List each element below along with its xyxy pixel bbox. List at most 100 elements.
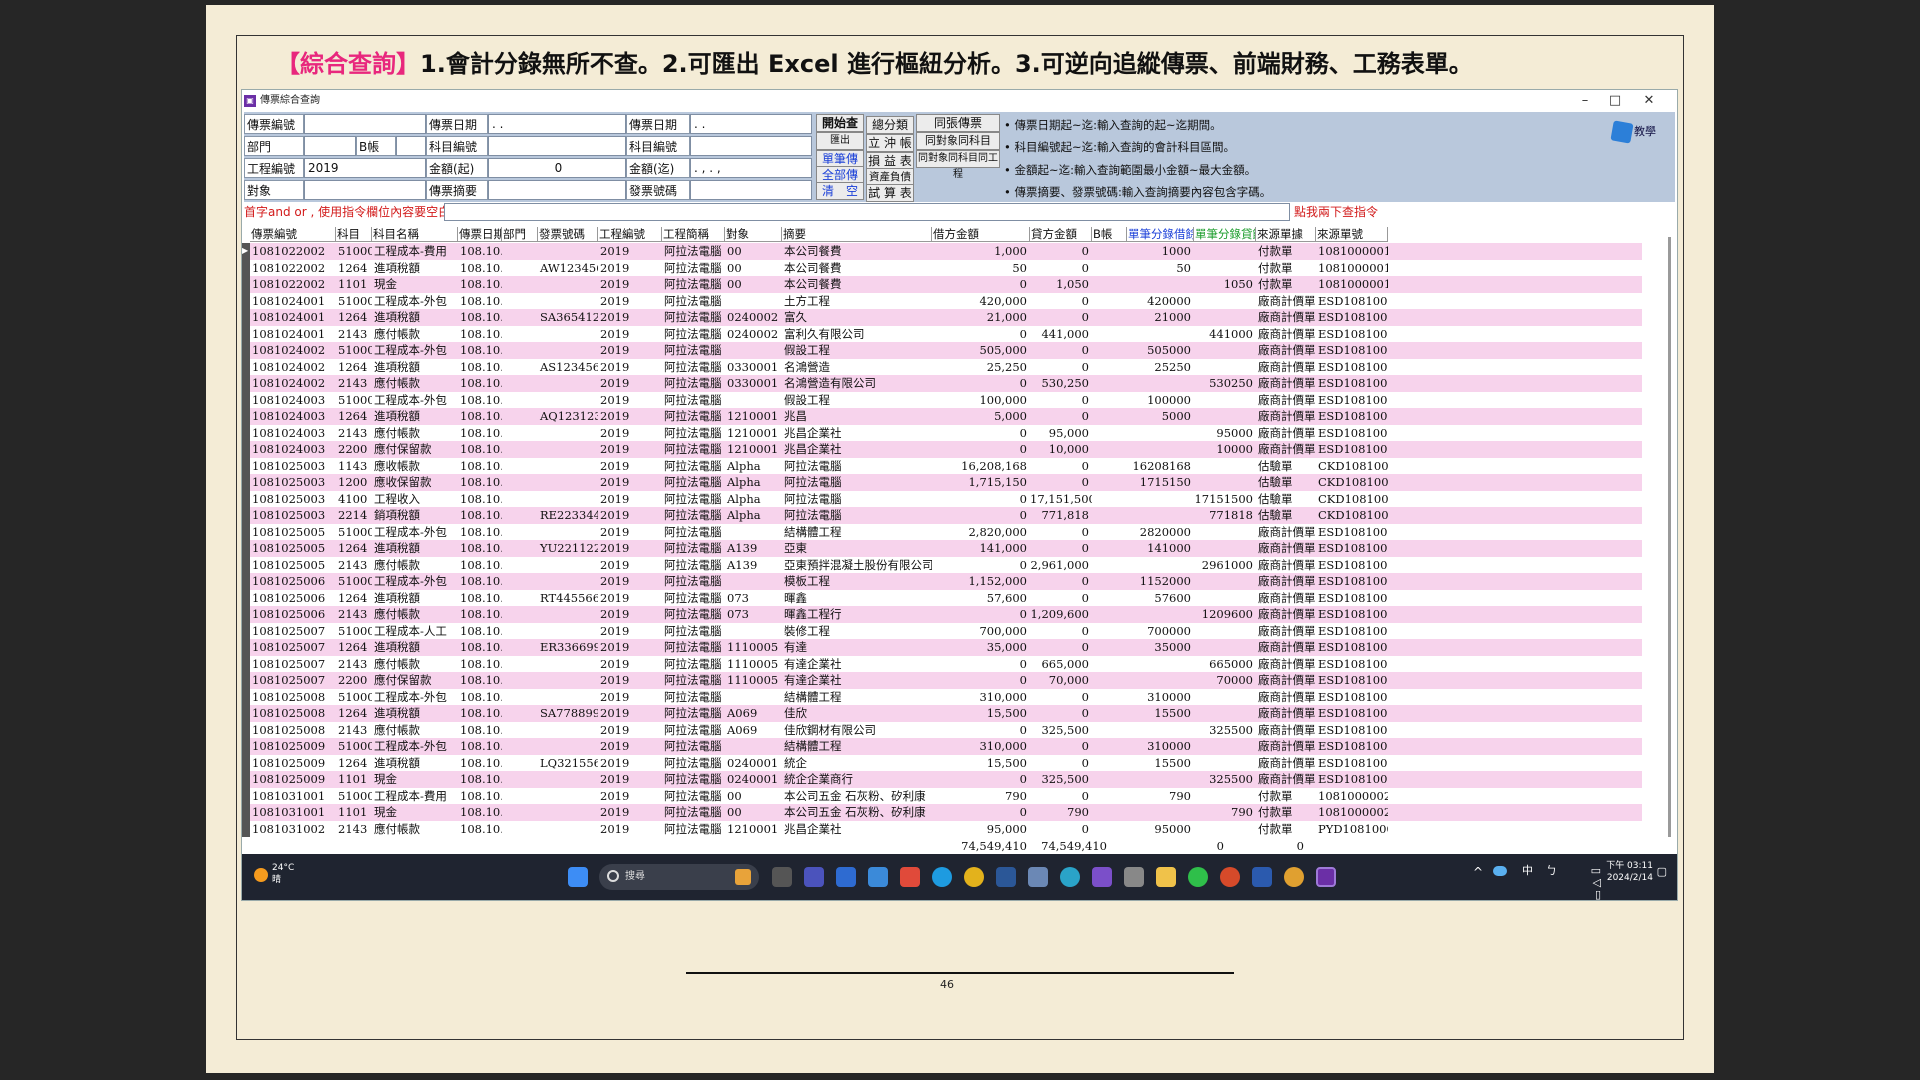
row-selector[interactable] [242,375,250,392]
header-credit[interactable]: 貸方金額 [1030,227,1092,242]
row-selector[interactable] [242,655,250,672]
teams-icon[interactable] [804,867,824,887]
b-acct-input[interactable] [396,136,426,156]
clock-date[interactable]: 2024/2/14 [1605,872,1653,884]
row-selector[interactable] [242,441,250,458]
row-selector[interactable] [242,721,250,738]
visual-studio-icon[interactable] [1092,867,1112,887]
clear-button[interactable]: 清 空 [816,182,864,200]
row-selector[interactable] [242,474,250,491]
table-row[interactable]: 1081024002 2143 應付帳款 108.10.24 2019 阿拉法電腦 0330… [242,375,1642,392]
table-row[interactable]: 1081025009 1264 進項稅額 108.10.25 LQ32155661201… [242,754,1642,771]
table-row[interactable]: 1081024001 2143 應付帳款 108.10.24 2019 阿拉法電腦 0240… [242,325,1642,342]
clock-time[interactable]: 下午 03:11 [1605,860,1653,872]
table-row[interactable]: 1081024003 2200 應付保留款 108.10.24 2019 阿拉法電腦 121… [242,441,1642,458]
table-row[interactable]: 1081025003 2214 銷項稅額 108.10.25 RE22334455201… [242,507,1642,524]
table-row[interactable]: 1081031002 2143 應付帳款 108.10.31 2019 阿拉法電腦 1210… [242,820,1642,837]
row-selector[interactable] [242,754,250,771]
header-debit[interactable]: 借方金額 [932,227,1030,242]
project-no-input[interactable]: 2019 [304,158,426,178]
row-selector[interactable] [242,309,250,326]
maximize-button[interactable]: □ [1600,90,1630,112]
table-row[interactable]: 1081025008 1264 進項稅額 108.10.25 SA77889966201… [242,705,1642,722]
table-row[interactable]: 1081024003 510003工程成本-外包 108.10.24 2019 阿拉法電… [242,391,1642,408]
table-row[interactable]: 1081031001 1101 現金 108.10.31 2019 阿拉法電腦 00 本公司五… [242,804,1642,821]
notification-icon[interactable]: ▢ [1657,866,1667,878]
onedrive-icon[interactable] [1493,866,1507,876]
table-row[interactable]: 1081025007 510002工程成本-人工 108.10.25 2019 阿拉法電… [242,622,1642,639]
header-invoice[interactable]: 發票號碼 [538,227,598,242]
row-selector[interactable] [242,507,250,524]
header-source-type[interactable]: 來源單據 [1256,227,1316,242]
header-project-name[interactable]: 工程簡稱 [662,227,725,242]
table-row[interactable]: 1081024003 1264 進項稅額 108.10.24 AQ12312332201… [242,408,1642,425]
row-selector[interactable] [242,771,250,788]
table-row[interactable]: ▶1081022002 510004工程成本-費用 108.10.22 2019 阿拉法… [242,243,1642,260]
browser-icon[interactable] [1060,867,1080,887]
table-row[interactable]: 1081031001 510004工程成本-費用 108.10.31 2019 阿拉法電… [242,787,1642,804]
photos-icon[interactable] [868,867,888,887]
date-to-input[interactable]: . . [690,114,812,134]
scroll-thumb[interactable] [1668,237,1671,837]
row-selector[interactable] [242,820,250,837]
table-row[interactable]: 1081022002 1264 進項稅額 108.10.22 AW12345678201… [242,259,1642,276]
target-input[interactable] [304,180,426,200]
command-hint[interactable]: 點我兩下查指令 [1294,202,1378,222]
table-row[interactable]: 1081025008 510003工程成本-外包 108.10.25 2019 阿拉法電… [242,688,1642,705]
taskbar-search[interactable]: 搜尋 [599,864,759,890]
store-icon[interactable] [900,867,920,887]
table-row[interactable]: 1081025005 510003工程成本-外包 108.10.25 2019 阿拉法電… [242,523,1642,540]
table-row[interactable]: 1081025009 1101 現金 108.10.25 2019 阿拉法電腦 024000… [242,771,1642,788]
start-icon[interactable] [568,867,588,887]
row-selector[interactable] [242,325,250,342]
table-row[interactable]: 1081024002 1264 進項稅額 108.10.24 AS12345678201… [242,358,1642,375]
input-mode-icon[interactable]: ㄅ [1546,865,1557,877]
row-selector[interactable] [242,573,250,590]
row-selector[interactable] [242,391,250,408]
header-target[interactable]: 對象 [725,227,782,242]
amount-from-input[interactable]: 0 [488,158,626,178]
vertical-scrollbar[interactable] [1664,227,1677,854]
table-row[interactable]: 1081024002 510003工程成本-外包 108.10.24 2019 阿拉法電… [242,342,1642,359]
row-selector[interactable] [242,358,250,375]
system-tray[interactable]: ^ 中 ㄅ ▭ ◁ ▯ 下午 03:11 2024/2/14 ▢ [1473,860,1667,901]
minimize-button[interactable]: – [1570,90,1600,112]
table-row[interactable]: 1081025006 2143 應付帳款 108.10.25 2019 阿拉法電腦 073 暉… [242,606,1642,623]
row-selector[interactable] [242,589,250,606]
table-row[interactable]: 1081025007 2143 應付帳款 108.10.25 2019 阿拉法電腦 1110… [242,655,1642,672]
same-target-acct-proj-button[interactable]: 同對象同科目同工程 [916,150,1000,180]
amount-to-input[interactable]: . , . , [690,158,812,178]
image-viewer-icon[interactable] [1028,867,1048,887]
powerpoint-icon[interactable] [1220,867,1240,887]
invoice-no-input[interactable] [690,180,812,200]
dept-input[interactable] [304,136,356,156]
header-voucher-no[interactable]: 傳票編號 [250,227,336,242]
row-selector[interactable] [242,523,250,540]
subledger-button[interactable]: 總分類帳 [866,116,914,148]
header-single-credit[interactable]: 單筆分錄貸餘 [1194,227,1256,242]
table-row[interactable]: 1081024001 510003工程成本-外包 108.10.24 2019 阿拉法電… [242,292,1642,309]
row-selector[interactable] [242,424,250,441]
row-selector[interactable] [242,556,250,573]
export-excel-button[interactable]: 匯出Excel [816,132,864,162]
row-selector[interactable] [242,490,250,507]
row-selector[interactable] [242,342,250,359]
row-selector[interactable] [242,705,250,722]
table-row[interactable]: 1081025009 510003工程成本-外包 108.10.25 2019 阿拉法電… [242,738,1642,755]
row-selector[interactable] [242,606,250,623]
header-single-debit[interactable]: 單筆分錄借餘 [1127,227,1194,242]
table-row[interactable]: 1081025005 1264 進項稅額 108.10.25 YU22112233201… [242,540,1642,557]
trial-balance-button[interactable]: 試 算 表 [866,184,914,202]
snipping-icon[interactable] [996,867,1016,887]
folder-icon[interactable] [1156,867,1176,887]
ime-indicator[interactable]: 中 [1522,865,1533,877]
header-b-acct[interactable]: B帳 [1092,227,1127,242]
task-view-icon[interactable] [772,867,792,887]
row-selector[interactable] [242,259,250,276]
acct-from-input[interactable] [488,136,626,156]
offset-ledger-button[interactable]: 立 沖 帳 [866,134,914,152]
row-selector[interactable] [242,688,250,705]
table-row[interactable]: 1081025003 4100 工程收入 108.10.25 2019 阿拉法電腦 Alph… [242,490,1642,507]
network-volume-icon[interactable]: ▭ ◁ ▯ [1591,865,1601,901]
chrome-icon[interactable] [964,867,984,887]
